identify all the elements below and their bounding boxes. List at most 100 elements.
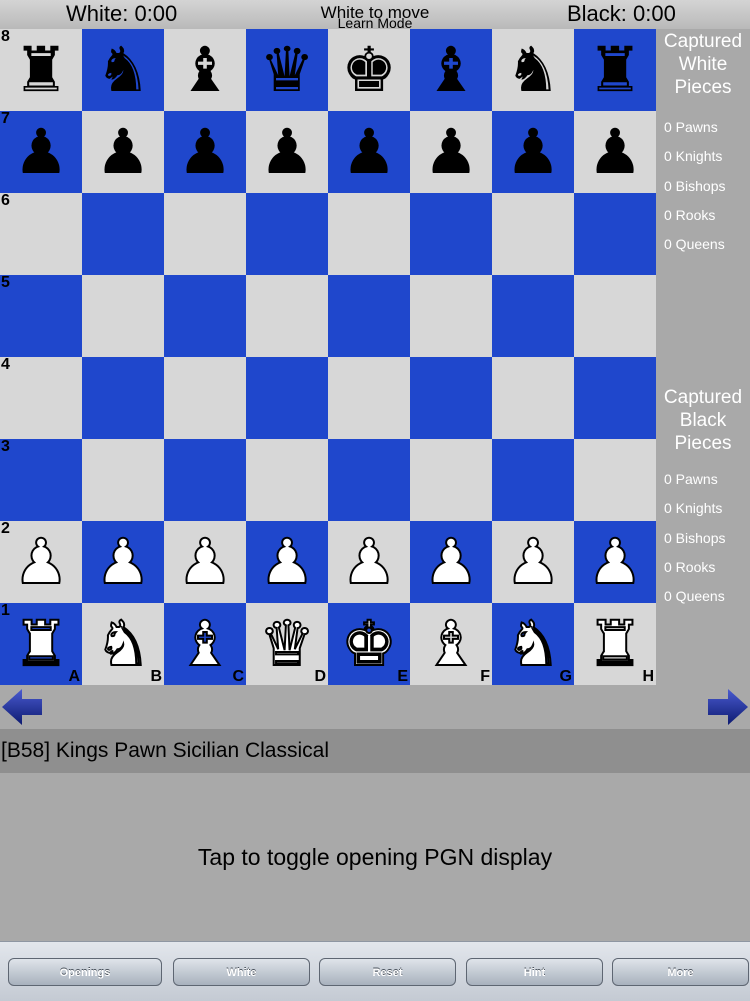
square-g2[interactable]: ♟ [492,521,574,603]
square-g5[interactable] [492,275,574,357]
arrow-right-icon[interactable] [706,687,750,727]
square-h8[interactable]: ♜ [574,29,656,111]
square-h2[interactable]: ♟ [574,521,656,603]
square-e5[interactable] [328,275,410,357]
square-a6[interactable]: 6 [0,192,82,275]
square-c6[interactable] [164,193,246,275]
square-c1[interactable]: ♝ C [164,603,246,685]
black-knight-icon[interactable]: ♞ [492,29,574,111]
square-b6[interactable] [82,193,164,275]
arrow-left-icon[interactable] [0,687,44,727]
square-h4[interactable] [574,357,656,439]
square-b1[interactable]: ♞ B [82,603,164,685]
square-h3[interactable] [574,439,656,521]
black-queen-icon[interactable]: ♛ [246,29,328,111]
square-e1[interactable]: ♚ E [328,603,410,685]
square-b5[interactable] [82,275,164,357]
white-pawn-icon[interactable]: ♟ [574,521,656,603]
square-h7[interactable]: ♟ [574,111,656,193]
white-pawn-icon[interactable]: ♟ [164,521,246,603]
white-button[interactable]: White [173,958,310,986]
square-g7[interactable]: ♟ [492,111,574,193]
square-h1[interactable]: ♜ H [574,603,656,685]
black-bishop-icon[interactable]: ♝ [410,29,492,111]
square-d4[interactable] [246,357,328,439]
square-e8[interactable]: ♚ [328,29,410,111]
square-f5[interactable] [410,275,492,357]
square-g6[interactable] [492,193,574,275]
square-e2[interactable]: ♟ [328,521,410,603]
square-d5[interactable] [246,275,328,357]
reset-button[interactable]: Reset [319,958,456,986]
square-b7[interactable]: ♟ [82,111,164,193]
square-b4[interactable] [82,357,164,439]
black-pawn-icon[interactable]: ♟ [410,111,492,193]
square-f6[interactable] [410,193,492,275]
square-a1[interactable]: ♜ 1 A [0,602,82,685]
white-pawn-icon[interactable]: ♟ [82,521,164,603]
square-f3[interactable] [410,439,492,521]
square-g8[interactable]: ♞ [492,29,574,111]
more-button[interactable]: More [612,958,749,986]
square-d7[interactable]: ♟ [246,111,328,193]
square-b3[interactable] [82,439,164,521]
square-d3[interactable] [246,439,328,521]
white-pawn-icon[interactable]: ♟ [328,521,410,603]
black-pawn-icon[interactable]: ♟ [82,111,164,193]
black-pawn-icon[interactable]: ♟ [164,111,246,193]
captured-black-knights: 0 Knights [664,500,723,517]
square-c2[interactable]: ♟ [164,521,246,603]
square-b2[interactable]: ♟ [82,521,164,603]
captured-black-title: Captured Black Pieces [663,387,743,454]
white-pawn-icon[interactable]: ♟ [246,521,328,603]
square-f2[interactable]: ♟ [410,521,492,603]
square-g1[interactable]: ♞ G [492,603,574,685]
openings-button[interactable]: Openings [8,958,162,986]
square-e4[interactable] [328,357,410,439]
square-e3[interactable] [328,439,410,521]
square-h5[interactable] [574,275,656,357]
square-a3[interactable]: 3 [0,438,82,521]
square-f1[interactable]: ♝ F [410,603,492,685]
white-pawn-icon[interactable]: ♟ [0,521,82,603]
black-king-icon[interactable]: ♚ [328,29,410,111]
square-g4[interactable] [492,357,574,439]
black-pawn-icon[interactable]: ♟ [246,111,328,193]
square-h6[interactable] [574,193,656,275]
chess-board[interactable]: ♜ 8 ♞ ♝ ♛ ♚ ♝ ♞ ♜ ♟ 7 ♟ ♟ ♟ ♟ ♟ ♟ ♟ 6 5 4 3 ♟ 2 ♟ ♟ ♟ ♟ ♟ ♟ ♟ ♜ 1 A ♞ B ♝ C ♛ D… [0,28,656,685]
square-a8[interactable]: ♜ 8 [0,28,82,111]
square-b8[interactable]: ♞ [82,29,164,111]
square-d2[interactable]: ♟ [246,521,328,603]
hint-button[interactable]: Hint [466,958,603,986]
square-c5[interactable] [164,275,246,357]
white-pawn-icon[interactable]: ♟ [492,521,574,603]
square-c7[interactable]: ♟ [164,111,246,193]
black-pawn-icon[interactable]: ♟ [0,111,82,193]
square-a5[interactable]: 5 [0,274,82,357]
square-d6[interactable] [246,193,328,275]
square-f8[interactable]: ♝ [410,29,492,111]
black-pawn-icon[interactable]: ♟ [328,111,410,193]
black-knight-icon[interactable]: ♞ [82,29,164,111]
white-pawn-icon[interactable]: ♟ [410,521,492,603]
pgn-toggle-area[interactable]: Tap to toggle opening PGN display [0,773,750,941]
square-d8[interactable]: ♛ [246,29,328,111]
square-g3[interactable] [492,439,574,521]
square-c3[interactable] [164,439,246,521]
file-label: C [232,668,244,685]
square-a7[interactable]: ♟ 7 [0,110,82,193]
square-a4[interactable]: 4 [0,356,82,439]
black-rook-icon[interactable]: ♜ [0,29,82,111]
square-e7[interactable]: ♟ [328,111,410,193]
black-bishop-icon[interactable]: ♝ [164,29,246,111]
square-c4[interactable] [164,357,246,439]
black-rook-icon[interactable]: ♜ [574,29,656,111]
black-pawn-icon[interactable]: ♟ [574,111,656,193]
square-a2[interactable]: ♟ 2 [0,520,82,603]
black-pawn-icon[interactable]: ♟ [492,111,574,193]
square-f4[interactable] [410,357,492,439]
square-c8[interactable]: ♝ [164,29,246,111]
square-e6[interactable] [328,193,410,275]
square-d1[interactable]: ♛ D [246,603,328,685]
square-f7[interactable]: ♟ [410,111,492,193]
